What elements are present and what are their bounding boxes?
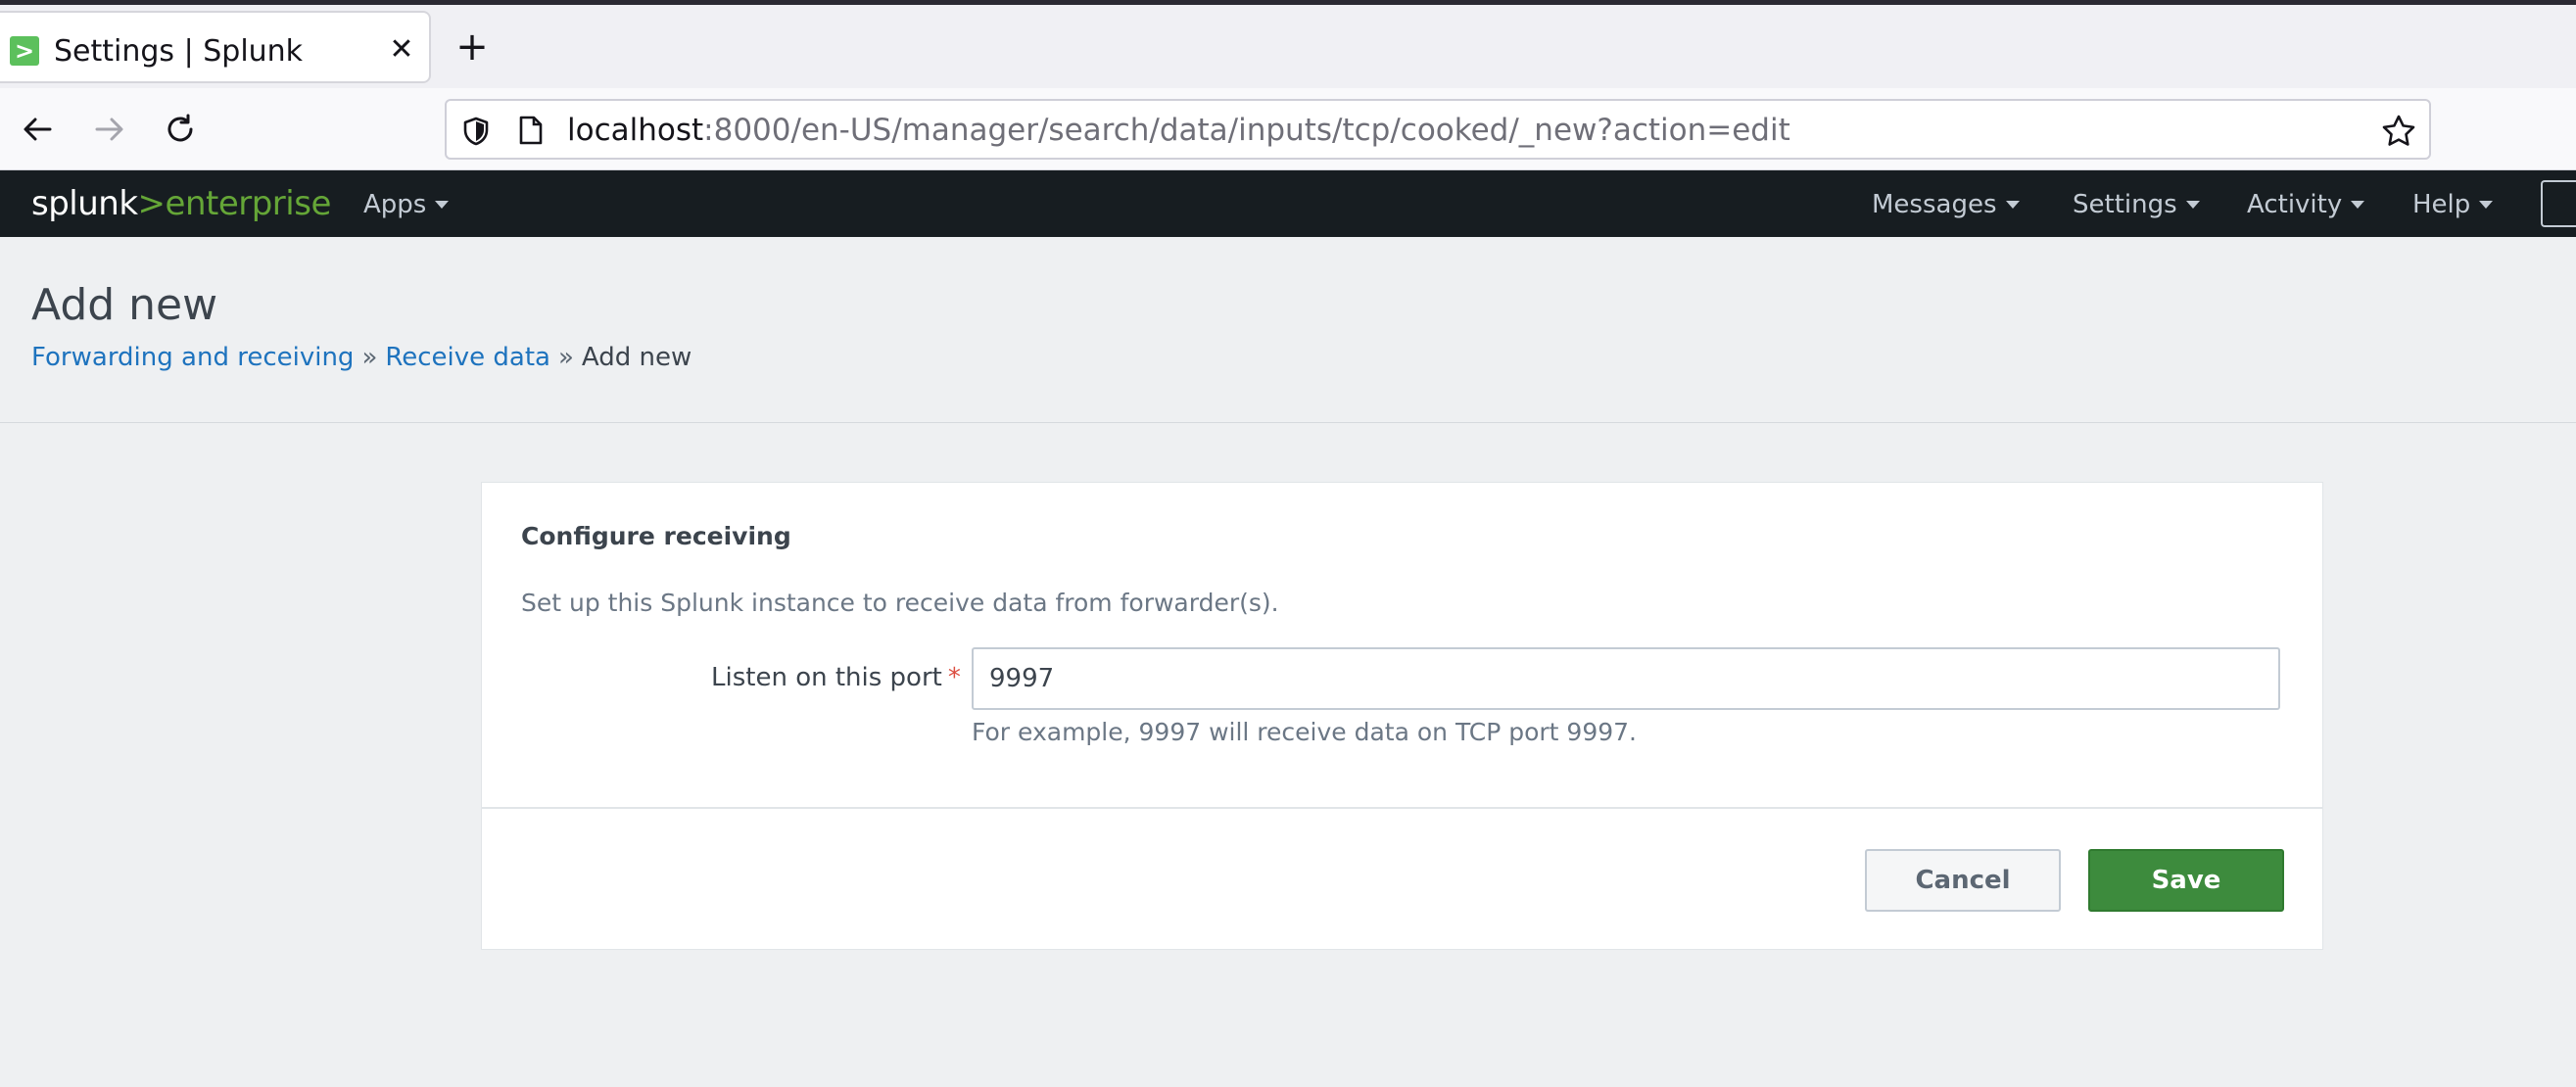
browser-tab-bar: > Settings | Splunk ✕ + bbox=[0, 5, 2576, 88]
page-info-icon[interactable] bbox=[517, 115, 545, 146]
bookmark-star-icon[interactable] bbox=[2381, 114, 2416, 149]
reload-icon[interactable] bbox=[159, 108, 202, 151]
breadcrumb-receive-data-link[interactable]: Receive data bbox=[385, 343, 550, 372]
browser-tab[interactable]: > Settings | Splunk ✕ bbox=[0, 11, 431, 83]
caret-down-icon bbox=[435, 201, 450, 209]
activity-menu-label: Activity bbox=[2247, 190, 2343, 219]
shield-icon[interactable] bbox=[460, 116, 492, 147]
port-label-text: Listen on this port bbox=[711, 663, 942, 692]
settings-menu[interactable]: Settings bbox=[2073, 190, 2200, 219]
back-arrow-icon[interactable] bbox=[16, 108, 59, 151]
cancel-button[interactable]: Cancel bbox=[1865, 849, 2061, 912]
logo-brand: splunk bbox=[31, 184, 138, 223]
caret-down-icon bbox=[2005, 201, 2020, 209]
find-box-edge[interactable] bbox=[2541, 180, 2576, 227]
splunk-favicon-icon: > bbox=[10, 36, 39, 66]
configure-receiving-card: Configure receiving Set up this Splunk i… bbox=[481, 482, 2323, 950]
caret-down-icon bbox=[2185, 201, 2200, 209]
breadcrumb-separator: » bbox=[557, 343, 574, 372]
tab-title: Settings | Splunk bbox=[54, 34, 304, 69]
url-path: :8000/en-US/manager/search/data/inputs/t… bbox=[703, 113, 1790, 148]
save-button[interactable]: Save bbox=[2088, 849, 2284, 912]
address-bar[interactable]: localhost:8000/en-US/manager/search/data… bbox=[445, 99, 2431, 160]
breadcrumb-separator: » bbox=[361, 343, 378, 372]
section-description: Set up this Splunk instance to receive d… bbox=[521, 589, 1279, 617]
new-tab-icon[interactable]: + bbox=[453, 27, 492, 67]
required-marker: * bbox=[947, 663, 961, 692]
browser-nav-bar: localhost:8000/en-US/manager/search/data… bbox=[0, 88, 2576, 170]
port-input[interactable] bbox=[972, 647, 2280, 710]
card-divider bbox=[482, 807, 2322, 809]
caret-down-icon bbox=[2351, 201, 2365, 209]
breadcrumb-forwarding-link[interactable]: Forwarding and receiving bbox=[31, 343, 354, 372]
activity-menu[interactable]: Activity bbox=[2247, 190, 2365, 219]
url-text[interactable]: localhost:8000/en-US/manager/search/data… bbox=[567, 113, 1790, 148]
splunk-app-bar: splunk>enterprise Apps Messages Settings… bbox=[0, 170, 2576, 237]
breadcrumb-current: Add new bbox=[581, 343, 692, 372]
messages-menu-label: Messages bbox=[1872, 190, 1997, 219]
page-title: Add new bbox=[31, 280, 218, 330]
messages-menu[interactable]: Messages bbox=[1872, 190, 2020, 219]
port-field-label: Listen on this port * bbox=[711, 663, 961, 692]
settings-menu-label: Settings bbox=[2073, 190, 2177, 219]
caret-down-icon bbox=[2479, 201, 2494, 209]
splunk-logo[interactable]: splunk>enterprise bbox=[31, 184, 331, 223]
page-header: Add new Forwarding and receiving» Receive… bbox=[0, 237, 2576, 423]
logo-product: enterprise bbox=[165, 184, 332, 223]
section-title: Configure receiving bbox=[521, 522, 791, 550]
logo-separator: > bbox=[137, 184, 167, 223]
help-menu[interactable]: Help bbox=[2412, 190, 2494, 219]
apps-menu[interactable]: Apps bbox=[363, 190, 450, 219]
apps-menu-label: Apps bbox=[363, 190, 427, 219]
url-host: localhost bbox=[567, 113, 704, 148]
tab-close-icon[interactable]: ✕ bbox=[385, 32, 418, 67]
help-menu-label: Help bbox=[2412, 190, 2471, 219]
forward-arrow-icon[interactable] bbox=[88, 108, 131, 151]
breadcrumb: Forwarding and receiving» Receive data» Ad… bbox=[31, 343, 692, 372]
port-help-text: For example, 9997 will receive data on T… bbox=[972, 718, 1638, 746]
